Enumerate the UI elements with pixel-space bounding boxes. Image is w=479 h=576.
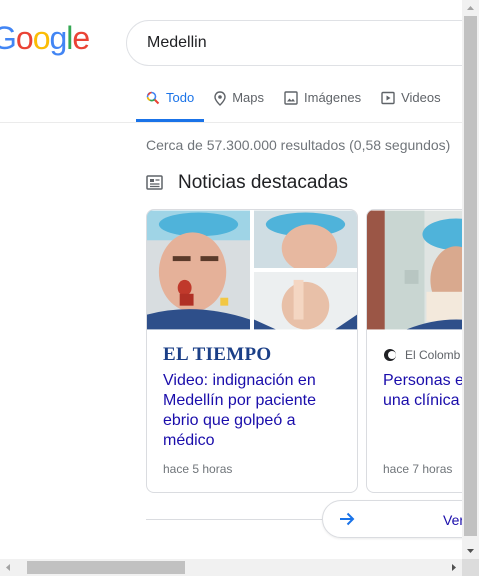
news-thumbnail [147, 210, 357, 330]
tab-label: Todo [166, 90, 195, 105]
logo-letter: o [15, 20, 34, 56]
tab-videos[interactable]: Videos [371, 82, 451, 122]
top-stories-header: Noticias destacadas [146, 172, 348, 194]
page-viewport: Google Medellin Todo Maps Imágenes Video… [0, 0, 462, 559]
news-timestamp: hace 5 horas [163, 462, 233, 476]
logo-letter: e [72, 20, 90, 56]
tabs-divider [0, 122, 462, 123]
tab-label: Videos [401, 90, 441, 105]
search-icon [146, 91, 160, 105]
more-divider [146, 519, 346, 520]
top-stories-heading: Noticias destacadas [178, 172, 349, 193]
news-headline-link[interactable]: Video: indignación en Medellín por pacie… [163, 371, 343, 451]
news-headline-link[interactable]: Personas e a golpes a una clínica [383, 371, 462, 411]
tab-label: Maps [232, 90, 264, 105]
tab-todo[interactable]: Todo [136, 82, 205, 122]
news-timestamp: hace 7 horas [383, 462, 453, 476]
scroll-up-icon[interactable] [462, 0, 479, 16]
scroll-right-icon[interactable] [446, 559, 462, 576]
publisher-icon [384, 349, 396, 361]
tab-maps[interactable]: Maps [204, 82, 274, 122]
publisher-logo: EL TIEMPO [163, 344, 272, 365]
scroll-down-icon[interactable] [462, 543, 479, 559]
video-icon [381, 91, 395, 105]
logo-letter: G [0, 20, 17, 56]
search-tabs: Todo Maps Imágenes Videos [136, 82, 451, 122]
newspaper-icon [146, 175, 163, 190]
logo-letter: g [49, 20, 67, 56]
more-news-label: Ver [443, 512, 462, 528]
horizontal-scrollbar[interactable] [0, 559, 462, 576]
scroll-left-icon[interactable] [0, 559, 16, 576]
result-stats: Cerca de 57.300.000 resultados (0,58 seg… [146, 137, 451, 153]
map-pin-icon [214, 91, 226, 106]
search-box[interactable]: Medellin [126, 20, 462, 66]
scrollbar-corner [462, 559, 479, 576]
arrow-right-icon [340, 512, 355, 526]
vertical-scroll-thumb[interactable] [464, 16, 477, 536]
logo-letter: o [32, 20, 51, 56]
more-news-button[interactable]: Ver [322, 500, 462, 538]
publisher-label: El Colomb [383, 348, 460, 362]
news-card[interactable]: El Colomb Personas e a golpes a una clín… [366, 209, 462, 493]
news-card[interactable]: EL TIEMPO Video: indignación en Medellín… [146, 209, 358, 493]
search-input[interactable]: Medellin [147, 34, 207, 52]
publisher-name: El Colomb [405, 348, 461, 362]
tab-label: Imágenes [304, 90, 362, 105]
vertical-scrollbar[interactable] [462, 0, 479, 559]
google-logo[interactable]: Google [0, 20, 90, 57]
image-icon [284, 91, 298, 105]
horizontal-scroll-thumb[interactable] [27, 561, 185, 574]
tab-imagenes[interactable]: Imágenes [274, 82, 371, 122]
news-thumbnail [367, 210, 462, 330]
